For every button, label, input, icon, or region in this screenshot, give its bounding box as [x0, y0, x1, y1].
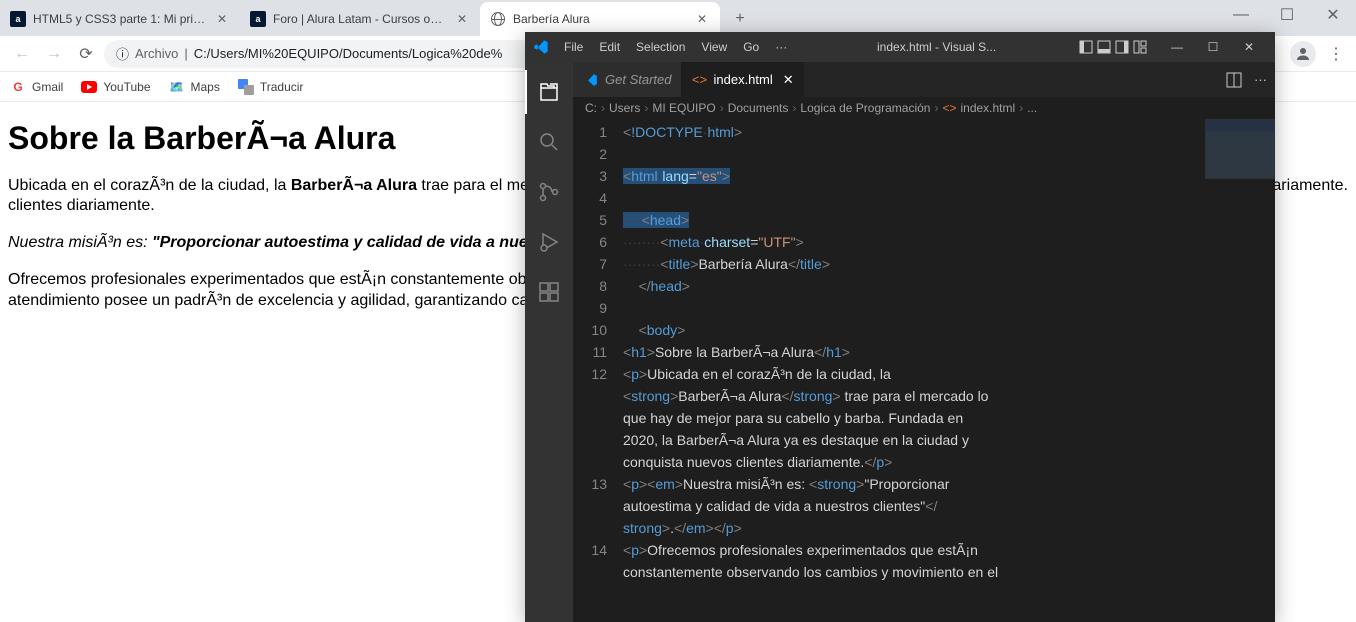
close-button[interactable]: ✕: [1231, 32, 1267, 62]
chrome-window-controls: — ☐ ✕: [1218, 0, 1356, 30]
menu-edit[interactable]: Edit: [592, 36, 627, 58]
panel-left-icon[interactable]: [1079, 40, 1093, 54]
tab-get-started[interactable]: Get Started: [573, 62, 681, 97]
line-numbers: 123456789101112 13 14: [573, 119, 623, 622]
gmail-icon: G: [10, 79, 26, 95]
minimize-button[interactable]: —: [1159, 32, 1195, 62]
translate-icon: [238, 79, 254, 95]
bookmark-maps[interactable]: 🗺️Maps: [169, 79, 220, 95]
url-separator: |: [184, 46, 187, 61]
close-icon[interactable]: ✕: [694, 11, 710, 27]
editor-tabs: Get Started <> index.html ✕ ···: [573, 62, 1275, 97]
url-text: C:/Users/MI%20EQUIPO/Documents/Logica%20…: [194, 46, 503, 61]
bookmark-youtube[interactable]: YouTube: [81, 79, 150, 95]
split-editor-icon[interactable]: [1226, 72, 1242, 88]
browser-tab-strip: a HTML5 y CSS3 parte 1: Mi prime ✕ a For…: [0, 0, 1356, 36]
close-icon[interactable]: ✕: [454, 11, 470, 27]
breadcrumb[interactable]: C:› Users› MI EQUIPO› Documents› Logica …: [573, 97, 1275, 119]
menu-more[interactable]: ···: [768, 36, 794, 58]
menu-view[interactable]: View: [694, 36, 734, 58]
run-debug-icon[interactable]: [525, 220, 573, 264]
more-actions-icon[interactable]: ···: [1254, 72, 1267, 87]
forward-button[interactable]: →: [40, 40, 68, 68]
layout-icon[interactable]: [1133, 40, 1147, 54]
back-button[interactable]: ←: [8, 40, 36, 68]
maps-icon: 🗺️: [169, 79, 185, 95]
maximize-button[interactable]: ☐: [1264, 0, 1310, 30]
vscode-menu-bar: File Edit Selection View Go ···: [557, 36, 794, 58]
vscode-logo-icon: [533, 39, 549, 55]
activity-bar: [525, 62, 573, 622]
menu-file[interactable]: File: [557, 36, 590, 58]
vscode-window: File Edit Selection View Go ··· index.ht…: [525, 32, 1275, 622]
tab-index-html[interactable]: <> index.html ✕: [681, 62, 803, 97]
alura-favicon: a: [250, 11, 266, 27]
info-icon: ⓘ: [116, 44, 129, 63]
browser-tab-1[interactable]: a HTML5 y CSS3 parte 1: Mi prime ✕: [0, 2, 240, 36]
close-icon[interactable]: ✕: [214, 11, 230, 27]
maximize-button[interactable]: ☐: [1195, 32, 1231, 62]
vscode-window-controls: — ☐ ✕: [1159, 32, 1267, 62]
url-scheme-label: Archivo: [135, 46, 178, 61]
layout-controls: [1079, 40, 1147, 54]
tab-title: Barbería Alura: [513, 12, 687, 26]
chrome-menu-button[interactable]: ⋮: [1322, 40, 1350, 68]
alura-favicon: a: [10, 11, 26, 27]
bookmark-gmail[interactable]: GGmail: [10, 79, 63, 95]
source-control-icon[interactable]: [525, 170, 573, 214]
html-file-icon: <>: [691, 72, 707, 88]
panel-right-icon[interactable]: [1115, 40, 1129, 54]
close-button[interactable]: ✕: [1310, 0, 1356, 30]
vscode-window-title: index.html - Visual S...: [798, 40, 1075, 54]
profile-avatar[interactable]: [1290, 41, 1316, 67]
globe-favicon: [490, 11, 506, 27]
youtube-icon: [81, 79, 97, 95]
close-icon[interactable]: ✕: [783, 72, 794, 88]
browser-tab-2[interactable]: a Foro | Alura Latam - Cursos onlin ✕: [240, 2, 480, 36]
explorer-icon[interactable]: [525, 70, 573, 114]
menu-go[interactable]: Go: [736, 36, 766, 58]
extensions-icon[interactable]: [525, 270, 573, 314]
browser-tab-3[interactable]: Barbería Alura ✕: [480, 2, 720, 36]
minimize-button[interactable]: —: [1218, 0, 1264, 30]
vscode-icon: [583, 72, 599, 88]
code-editor[interactable]: 123456789101112 13 14 <!DOCTYPE·html> <h…: [573, 119, 1275, 622]
tab-title: HTML5 y CSS3 parte 1: Mi prime: [33, 12, 207, 26]
vscode-titlebar[interactable]: File Edit Selection View Go ··· index.ht…: [525, 32, 1275, 62]
code-content: <!DOCTYPE·html> <html·lang="es"> ····<he…: [623, 119, 1275, 622]
minimap[interactable]: [1205, 119, 1275, 622]
reload-button[interactable]: ⟳: [72, 40, 100, 68]
panel-bottom-icon[interactable]: [1097, 40, 1111, 54]
menu-selection[interactable]: Selection: [629, 36, 692, 58]
tab-title: Foro | Alura Latam - Cursos onlin: [273, 12, 447, 26]
bookmark-translate[interactable]: Traducir: [238, 79, 304, 95]
new-tab-button[interactable]: +: [726, 5, 754, 33]
search-icon[interactable]: [525, 120, 573, 164]
editor-area: Get Started <> index.html ✕ ··· C:› User…: [573, 62, 1275, 622]
